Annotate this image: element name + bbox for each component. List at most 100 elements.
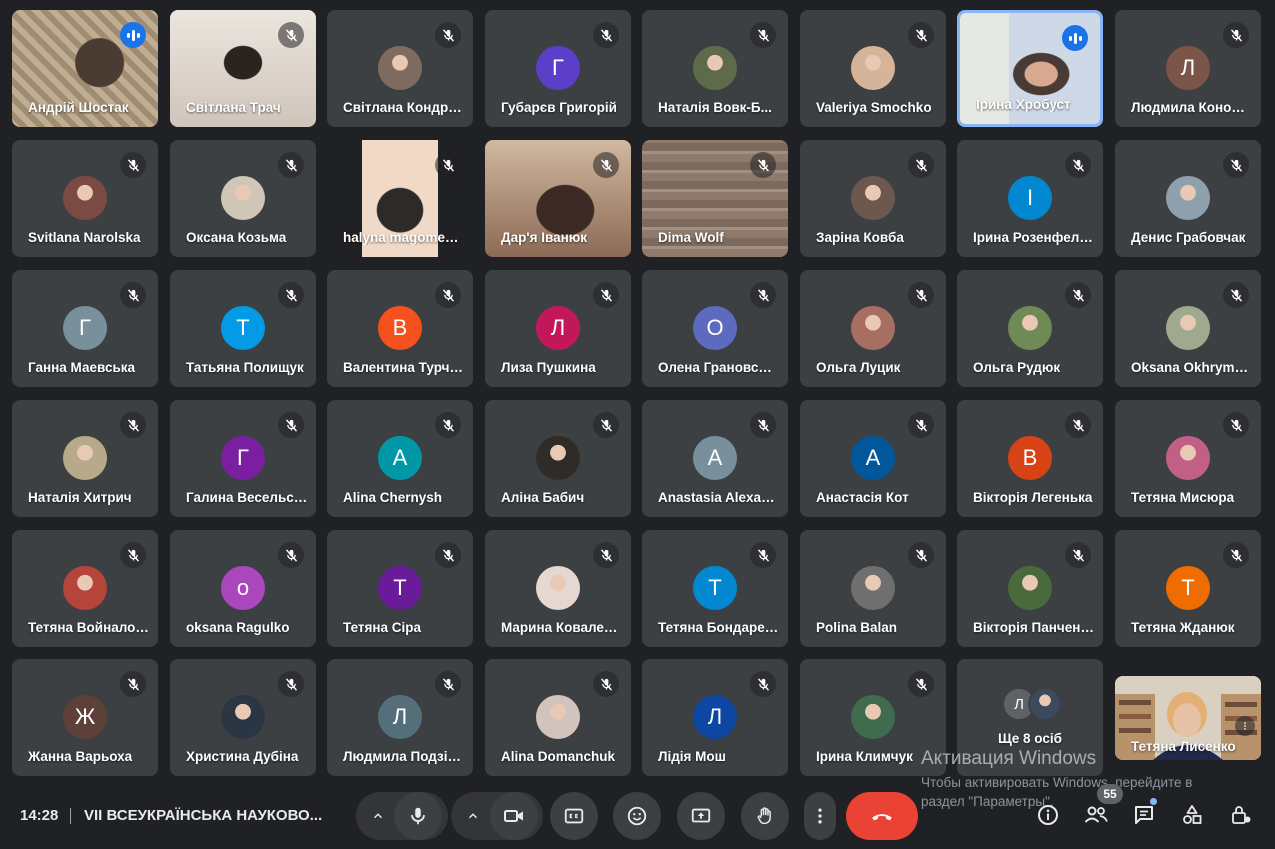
avatar-initial: Т	[1181, 575, 1195, 600]
participant-tile[interactable]: Наталія Вовк-Б...	[642, 10, 788, 127]
participant-tile[interactable]: О Олена Грановська	[642, 270, 788, 387]
participant-tile[interactable]: Ольга Рудюк	[957, 270, 1103, 387]
participant-tile[interactable]: Т Тетяна Бондаренко	[642, 530, 788, 647]
participant-tile[interactable]: Заріна Ковба	[800, 140, 946, 257]
participant-tile[interactable]: Світлана Трач	[170, 10, 316, 127]
present-icon	[691, 808, 711, 823]
avatar-initial: Т	[393, 575, 407, 600]
participant-tile[interactable]: Л Людмила Коновал	[1115, 10, 1261, 127]
participant-tile[interactable]: В Вікторія Легенька	[957, 400, 1103, 517]
participant-tile[interactable]: Г Галина Весельська	[170, 400, 316, 517]
participant-avatar: Т	[378, 566, 422, 610]
mic-off-icon	[1230, 158, 1242, 172]
participant-tile[interactable]: Наталія Хитрич	[12, 400, 158, 517]
activities-button[interactable]	[1179, 802, 1205, 828]
speaking-indicator-icon	[126, 29, 140, 41]
participant-tile[interactable]: Світлана Кондратенко	[327, 10, 473, 127]
people-button[interactable]	[1083, 802, 1109, 828]
participant-tile[interactable]: Svitlana Narolska	[12, 140, 158, 257]
participant-tile[interactable]: Polina Balan	[800, 530, 946, 647]
participant-tile[interactable]: Ж Жанна Варьоха	[12, 659, 158, 776]
avatar-initial: Г	[237, 445, 249, 470]
mic-off-icon	[285, 548, 297, 562]
raise-hand-button[interactable]	[741, 792, 789, 840]
meeting-title[interactable]: VII ВСЕУКРАЇНСЬКА НАУКОВО...	[84, 807, 322, 824]
mic-off-icon	[127, 418, 139, 432]
captions-button[interactable]	[550, 792, 598, 840]
participant-tile[interactable]: Valeriya Smochko	[800, 10, 946, 127]
avatar-initial: Л	[707, 704, 723, 729]
participant-tile[interactable]: A Anastasia Alexandrova	[642, 400, 788, 517]
reactions-button[interactable]	[613, 792, 661, 840]
participant-mic-status	[750, 282, 776, 308]
leave-call-button[interactable]	[846, 792, 918, 840]
participant-avatar: І	[1008, 176, 1052, 220]
participant-tile[interactable]: halyna magomedova	[327, 140, 473, 257]
participant-name: Ольга Луцик	[816, 360, 901, 375]
participant-avatar: Т	[693, 566, 737, 610]
participant-tile[interactable]: Alina Domanchuk	[485, 659, 631, 776]
participant-tile[interactable]: Марина Коваленко	[485, 530, 631, 647]
self-view-tile[interactable]: Тетяна Лисенко	[1115, 676, 1261, 760]
participant-tile[interactable]: Ольга Луцик	[800, 270, 946, 387]
participant-tile[interactable]: Oksana Okhrymenko	[1115, 270, 1261, 387]
participant-avatar: Ж	[63, 695, 107, 739]
participant-tile[interactable]: Г Ганна Маевська	[12, 270, 158, 387]
participant-tile[interactable]: Андрій Шостак	[12, 10, 158, 127]
participant-tile[interactable]: Ірина Хробуст	[957, 10, 1103, 127]
participant-tile[interactable]: Оксана Козьма	[170, 140, 316, 257]
participant-mic-status	[120, 542, 146, 568]
participant-name: Alina Domanchuk	[501, 749, 616, 764]
participant-tile[interactable]: A Alina Chernysh	[327, 400, 473, 517]
participant-tile[interactable]: o oksana Ragulko	[170, 530, 316, 647]
participant-tile[interactable]: Аліна Бабич	[485, 400, 631, 517]
camera-button[interactable]	[490, 792, 538, 840]
participant-tile[interactable]: Тетяна Мисюра	[1115, 400, 1261, 517]
participant-tile[interactable]: Л Лідія Мош	[642, 659, 788, 776]
participant-avatar	[851, 566, 895, 610]
microphone-button[interactable]	[394, 792, 442, 840]
chat-button[interactable]	[1131, 802, 1157, 828]
participant-tile[interactable]: Г Губарєв Григорій	[485, 10, 631, 127]
participant-tile[interactable]: A Анастасія Кот	[800, 400, 946, 517]
participant-tile[interactable]: Т Тетяна Жданюк	[1115, 530, 1261, 647]
self-view-options-button[interactable]	[1235, 716, 1255, 736]
participant-tile[interactable]: Христина Дубіна	[170, 659, 316, 776]
participant-tile[interactable]: Вікторія Панченко	[957, 530, 1103, 647]
mic-off-icon	[915, 418, 927, 432]
participant-mic-status	[278, 542, 304, 568]
participant-tile[interactable]: Dima Wolf	[642, 140, 788, 257]
participant-mic-status	[593, 282, 619, 308]
participant-tile[interactable]: Л Лиза Пушкина	[485, 270, 631, 387]
more-participants-tile[interactable]: Л Ще 8 осіб	[957, 659, 1103, 776]
participant-tile[interactable]: Т Татьяна Полищук	[170, 270, 316, 387]
participant-name: Галина Весельська	[186, 490, 308, 505]
more-options-button[interactable]	[804, 792, 836, 840]
participant-name: Наталія Хитрич	[28, 490, 132, 505]
participant-name: Anastasia Alexandrova	[658, 490, 780, 505]
participant-avatar	[693, 46, 737, 90]
participant-name: Вікторія Легенька	[973, 490, 1093, 505]
meeting-details-button[interactable]	[1035, 802, 1061, 828]
participant-tile[interactable]: Ірина Климчук	[800, 659, 946, 776]
participant-tile[interactable]: І Ірина Розенфельд	[957, 140, 1103, 257]
participant-tile[interactable]: Дар'я Іванюк	[485, 140, 631, 257]
participant-name: Світлана Кондратенко	[343, 100, 465, 115]
avatar-initial: A	[865, 445, 881, 470]
participant-tile[interactable]: Л Людмила Подзігун	[327, 659, 473, 776]
meeting-time: 14:28	[20, 807, 59, 824]
participant-tile[interactable]: Денис Грабовчак	[1115, 140, 1261, 257]
participant-tile[interactable]: Т Тетяна Сіра	[327, 530, 473, 647]
participant-name: oksana Ragulko	[186, 620, 290, 635]
present-screen-button[interactable]	[677, 792, 725, 840]
mic-off-icon	[285, 288, 297, 302]
participant-mic-status	[435, 412, 461, 438]
participant-tile[interactable]: В Валентина Турчин	[327, 270, 473, 387]
mic-off-icon	[127, 677, 139, 691]
participant-mic-status	[750, 542, 776, 568]
host-controls-button[interactable]	[1228, 802, 1254, 828]
mic-off-icon	[442, 28, 454, 42]
participant-mic-status	[435, 671, 461, 697]
participant-tile[interactable]: Тетяна Войналович	[12, 530, 158, 647]
video-settings-button[interactable]	[451, 792, 495, 840]
